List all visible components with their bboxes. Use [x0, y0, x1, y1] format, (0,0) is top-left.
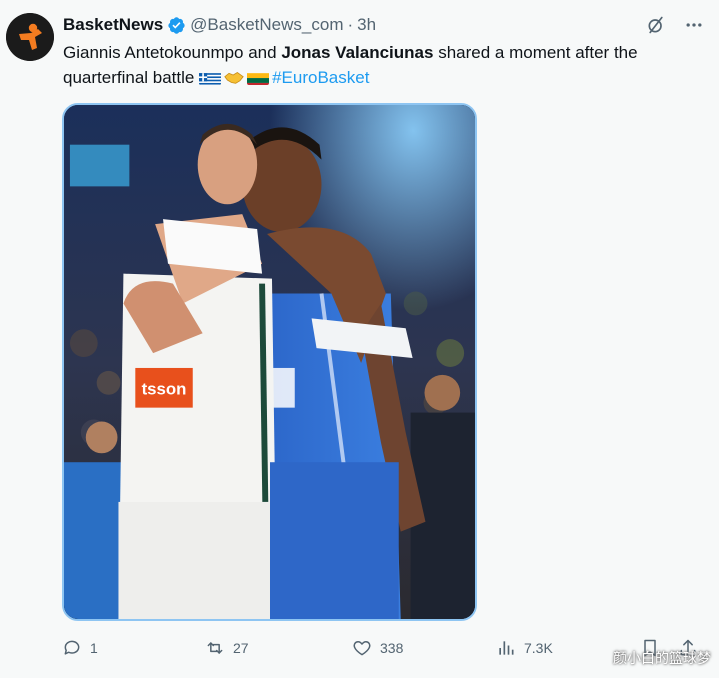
avatar[interactable]: [6, 13, 54, 61]
reply-count: 1: [90, 640, 98, 656]
grok-icon[interactable]: [645, 14, 667, 36]
lithuanian-flag-icon: [247, 70, 270, 85]
tweet-text: Giannis Antetokounmpo and Jonas Valanciu…: [63, 40, 703, 90]
greek-flag-icon: [199, 70, 222, 85]
retweet-button[interactable]: 27: [205, 634, 249, 662]
tweet-header: BasketNews @BasketNews_com · 3h: [63, 14, 659, 36]
tweet-text-part1: Giannis Antetokounmpo and: [63, 43, 282, 62]
handshake-icon: [224, 67, 244, 84]
tweet-text-bold: Jonas Valanciunas: [281, 43, 434, 62]
more-icon[interactable]: [683, 14, 705, 36]
heart-icon: [353, 641, 371, 656]
jersey-sponsor-text: tsson: [142, 380, 187, 399]
user-handle[interactable]: @BasketNews_com: [190, 14, 343, 36]
views-icon: [499, 641, 514, 655]
retweet-count: 27: [233, 640, 249, 656]
reply-button[interactable]: 1: [62, 634, 98, 662]
like-button[interactable]: 338: [352, 634, 403, 662]
reply-icon: [64, 640, 80, 655]
hashtag-link[interactable]: #EuroBasket: [272, 68, 369, 87]
verified-badge-icon: [167, 16, 186, 35]
action-bar: 1 27 338 7.3K: [62, 634, 707, 662]
top-actions: [645, 14, 705, 36]
display-name[interactable]: BasketNews: [63, 14, 163, 36]
timestamp[interactable]: 3h: [357, 14, 376, 36]
photo-players-hug: tsson: [64, 105, 475, 619]
like-count: 338: [380, 640, 404, 656]
watermark: 颜小白的篮球梦: [613, 651, 711, 667]
retweet-icon: [207, 642, 223, 654]
views-button[interactable]: 7.3K: [496, 634, 553, 662]
views-count: 7.3K: [524, 640, 553, 656]
basketnews-logo: [6, 13, 54, 61]
separator-dot: ·: [347, 15, 354, 34]
tweet-card: BasketNews @BasketNews_com · 3h Giannis …: [0, 0, 719, 678]
tweet-photo[interactable]: tsson: [62, 103, 477, 621]
